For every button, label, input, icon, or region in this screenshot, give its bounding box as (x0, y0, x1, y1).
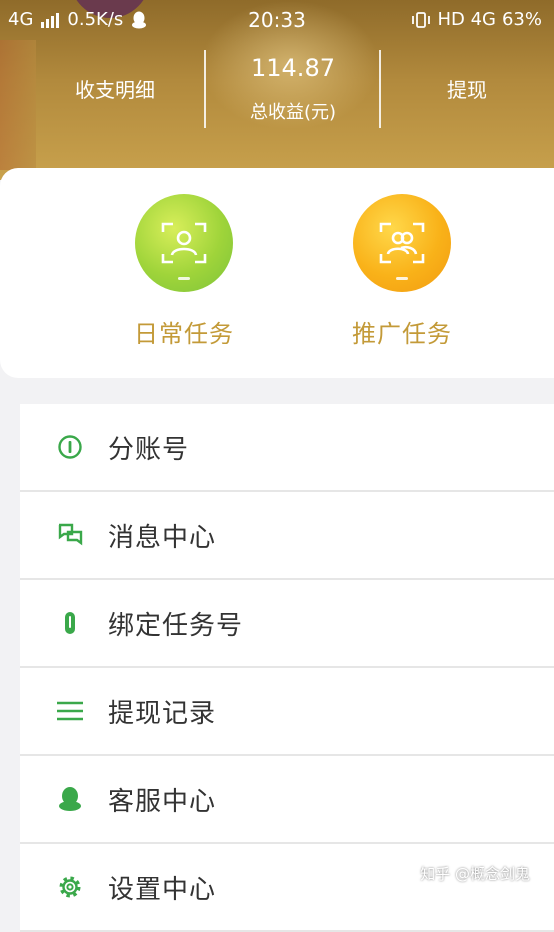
settings-menu: 分账号 消息中心 绑定任务号 提现记录 客服中心 设置中心 (20, 404, 554, 932)
menu-label: 设置中心 (108, 874, 217, 905)
menu-item-sub-account[interactable]: 分账号 (20, 404, 554, 492)
watermark: 知乎 @概念剑鬼 (420, 865, 530, 883)
daily-task-label: 日常任务 (134, 320, 234, 348)
menu-label: 提现记录 (108, 698, 217, 729)
battery-level: 63% (501, 9, 542, 30)
chat-bubbles-icon (58, 523, 83, 546)
menu-label: 消息中心 (108, 522, 217, 553)
daily-task-button[interactable]: 日常任务 (94, 194, 274, 349)
menu-label: 绑定任务号 (108, 610, 244, 641)
person-frame-icon (161, 222, 207, 264)
menu-item-withdraw-records[interactable]: 提现记录 (20, 668, 554, 756)
income-detail-link[interactable]: 收支明细 (40, 74, 190, 103)
divider (379, 50, 381, 128)
menu-item-message-center[interactable]: 消息中心 (20, 492, 554, 580)
menu-label: 分账号 (108, 434, 190, 465)
gear-icon (59, 876, 81, 898)
status-bar: 4G 0.5K/s 20:33 HD 4G 63% (0, 0, 554, 40)
group-frame-icon (379, 222, 425, 264)
qq-penguin-icon (59, 787, 81, 811)
menu-item-settings-center[interactable]: 设置中心 (20, 844, 554, 932)
total-earnings-label: 总收益(元) (249, 102, 337, 123)
menu-item-bind-task-account[interactable]: 绑定任务号 (20, 580, 554, 668)
list-lines-icon (57, 701, 83, 721)
menu-item-customer-service[interactable]: 客服中心 (20, 756, 554, 844)
menu-label: 客服中心 (108, 786, 217, 817)
hd-network: HD 4G (437, 9, 496, 30)
promotion-task-label: 推广任务 (352, 320, 452, 348)
total-earnings-value: 114.87 (251, 54, 335, 82)
paperclip-icon (65, 612, 75, 634)
withdraw-button[interactable]: 提现 (382, 74, 552, 103)
task-panel: 日常任务 推广任务 (0, 168, 554, 378)
info-circle-icon (58, 435, 82, 459)
vibrate-icon (412, 11, 431, 28)
earnings-stats: 收支明细 114.87 总收益(元) 提现 (0, 48, 554, 130)
promotion-task-button[interactable]: 推广任务 (312, 194, 492, 349)
